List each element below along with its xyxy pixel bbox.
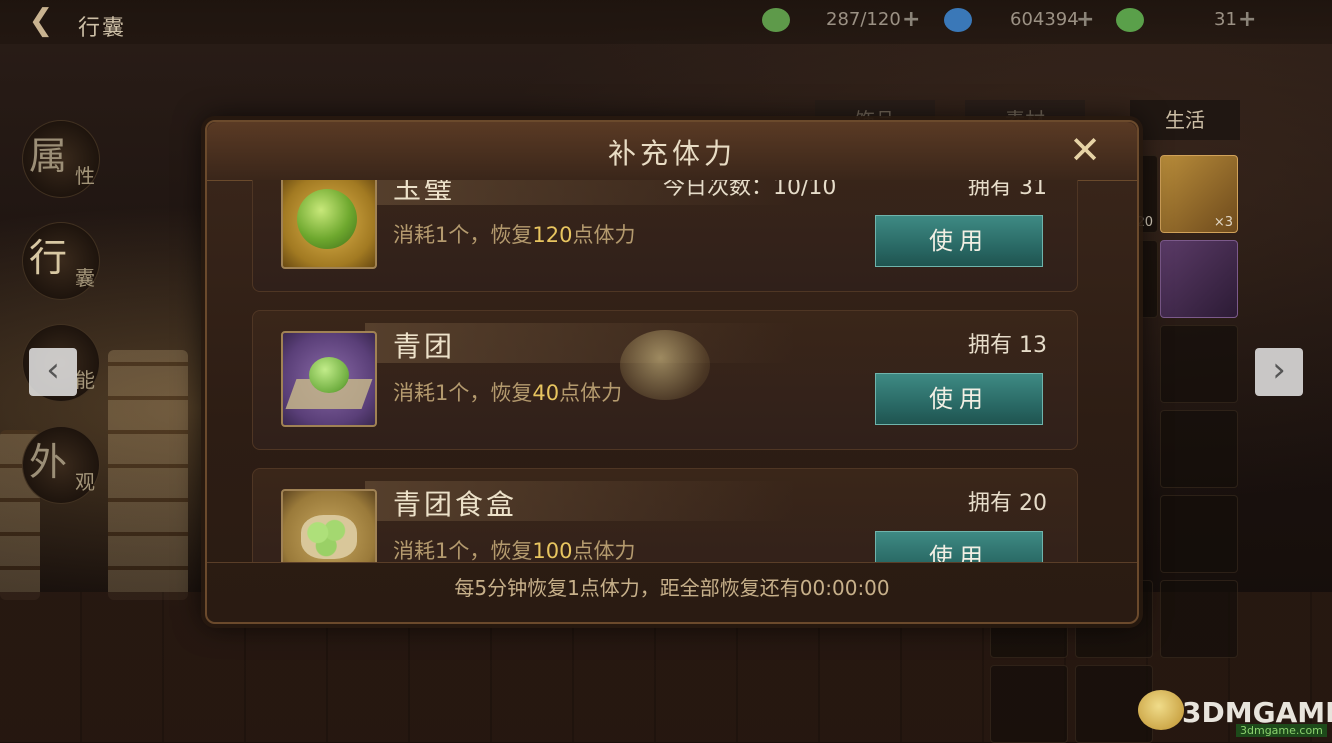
list-item: 玉璧 今日次数：10/10 拥有 31 消耗1个，恢复120点体力 使用 (252, 180, 1078, 292)
jade-disc-icon (281, 180, 377, 269)
tab-attributes[interactable]: 属 性 (22, 120, 100, 198)
inventory-slot[interactable] (990, 665, 1068, 743)
page-title: 行囊 (78, 16, 127, 41)
tab-attributes-small: 性 (75, 164, 95, 188)
item-name: 玉璧 (393, 180, 456, 205)
item-name: 青团 (393, 330, 456, 363)
coin-resource: 604394 + (944, 6, 1134, 36)
desc-number: 40 (532, 381, 560, 405)
inventory-slot[interactable] (1160, 410, 1238, 488)
owned-count: 拥有 31 (968, 180, 1047, 200)
use-button[interactable]: 使用 (875, 215, 1043, 267)
stamina-resource: 287/120 + (762, 6, 942, 36)
daily-uses: 今日次数：10/10 (663, 180, 837, 200)
back-arrow-icon[interactable]: ❮ (24, 6, 58, 40)
add-jade-button[interactable]: + (1238, 7, 1256, 32)
inventory-slot[interactable] (1160, 240, 1238, 318)
list-item: 青团食盒 拥有 20 消耗1个，恢复100点体力 使用 (252, 468, 1078, 562)
site-watermark: 3DMGAME 3dmgame.com (1138, 690, 1332, 740)
desc-number: 120 (532, 223, 573, 247)
tab-attributes-big: 属 (29, 134, 68, 178)
stamina-value: 287/120 (826, 9, 901, 30)
inventory-slot[interactable] (1160, 580, 1238, 658)
add-stamina-button[interactable]: + (902, 7, 920, 32)
jade-token-icon (762, 8, 790, 32)
close-icon[interactable]: ✕ (1065, 130, 1105, 170)
jade-resource: 31 + (1116, 6, 1266, 36)
desc-number: 100 (532, 539, 573, 562)
dialog-title: 补充体力 (607, 137, 736, 170)
next-page-button[interactable]: › (1255, 348, 1303, 396)
item-description: 消耗1个，恢复120点体力 (393, 219, 635, 249)
lantern-decoration (108, 350, 188, 600)
item-description: 消耗1个，恢复40点体力 (393, 377, 622, 407)
tab-skills-small: 能 (75, 368, 95, 392)
inventory-slot[interactable]: ×3 (1160, 155, 1238, 233)
tab-appearance[interactable]: 外 观 (22, 426, 100, 504)
item-description: 消耗1个，恢复100点体力 (393, 535, 635, 562)
desc-prefix: 消耗1个，恢复 (393, 223, 533, 247)
prev-page-button[interactable]: ‹ (29, 348, 77, 396)
qingtuan-icon (281, 331, 377, 427)
watermark-url: 3dmgame.com (1236, 724, 1327, 737)
desc-prefix: 消耗1个，恢复 (393, 381, 533, 405)
desc-prefix: 消耗1个，恢复 (393, 539, 533, 562)
food-box-shape (301, 515, 357, 559)
dialog-header: 补充体力 ✕ (207, 122, 1137, 181)
jade-value: 31 (1214, 9, 1237, 30)
coin-value: 604394 (1010, 9, 1079, 30)
top-bar: ❮ 行囊 287/120 + 604394 + 31 + (0, 0, 1332, 44)
use-button[interactable]: 使用 (875, 531, 1043, 562)
tab-inventory-big: 行 (29, 236, 68, 280)
slot-count: ×3 (1213, 215, 1233, 230)
food-box-icon (281, 489, 377, 562)
owned-count: 拥有 20 (968, 491, 1047, 516)
mascot-watermark-icon (620, 330, 710, 400)
desc-suffix: 点体力 (572, 539, 636, 562)
use-button[interactable]: 使用 (875, 373, 1043, 425)
inventory-slot[interactable] (1160, 495, 1238, 573)
add-coin-button[interactable]: + (1076, 7, 1094, 32)
tab-inventory[interactable]: 行 囊 (22, 222, 100, 300)
tab-inventory-small: 囊 (75, 266, 95, 290)
jade-disc-shape (297, 189, 357, 249)
tab-appearance-small: 观 (75, 470, 95, 494)
mascot-logo-icon (1138, 690, 1184, 730)
tab-appearance-big: 外 (29, 440, 68, 484)
jade-coin-icon (1116, 8, 1144, 32)
inventory-slot[interactable] (1160, 325, 1238, 403)
owned-count: 拥有 13 (968, 333, 1047, 358)
desc-suffix: 点体力 (559, 381, 623, 405)
item-name: 青团食盒 (393, 488, 518, 521)
coin-pouch-icon (944, 8, 972, 32)
qingtuan-shape (309, 357, 349, 393)
desc-suffix: 点体力 (572, 223, 636, 247)
recovery-info: 每5分钟恢复1点体力，距全部恢复还有00:00:00 (207, 562, 1137, 615)
tab-life[interactable]: 生活 (1130, 100, 1240, 140)
